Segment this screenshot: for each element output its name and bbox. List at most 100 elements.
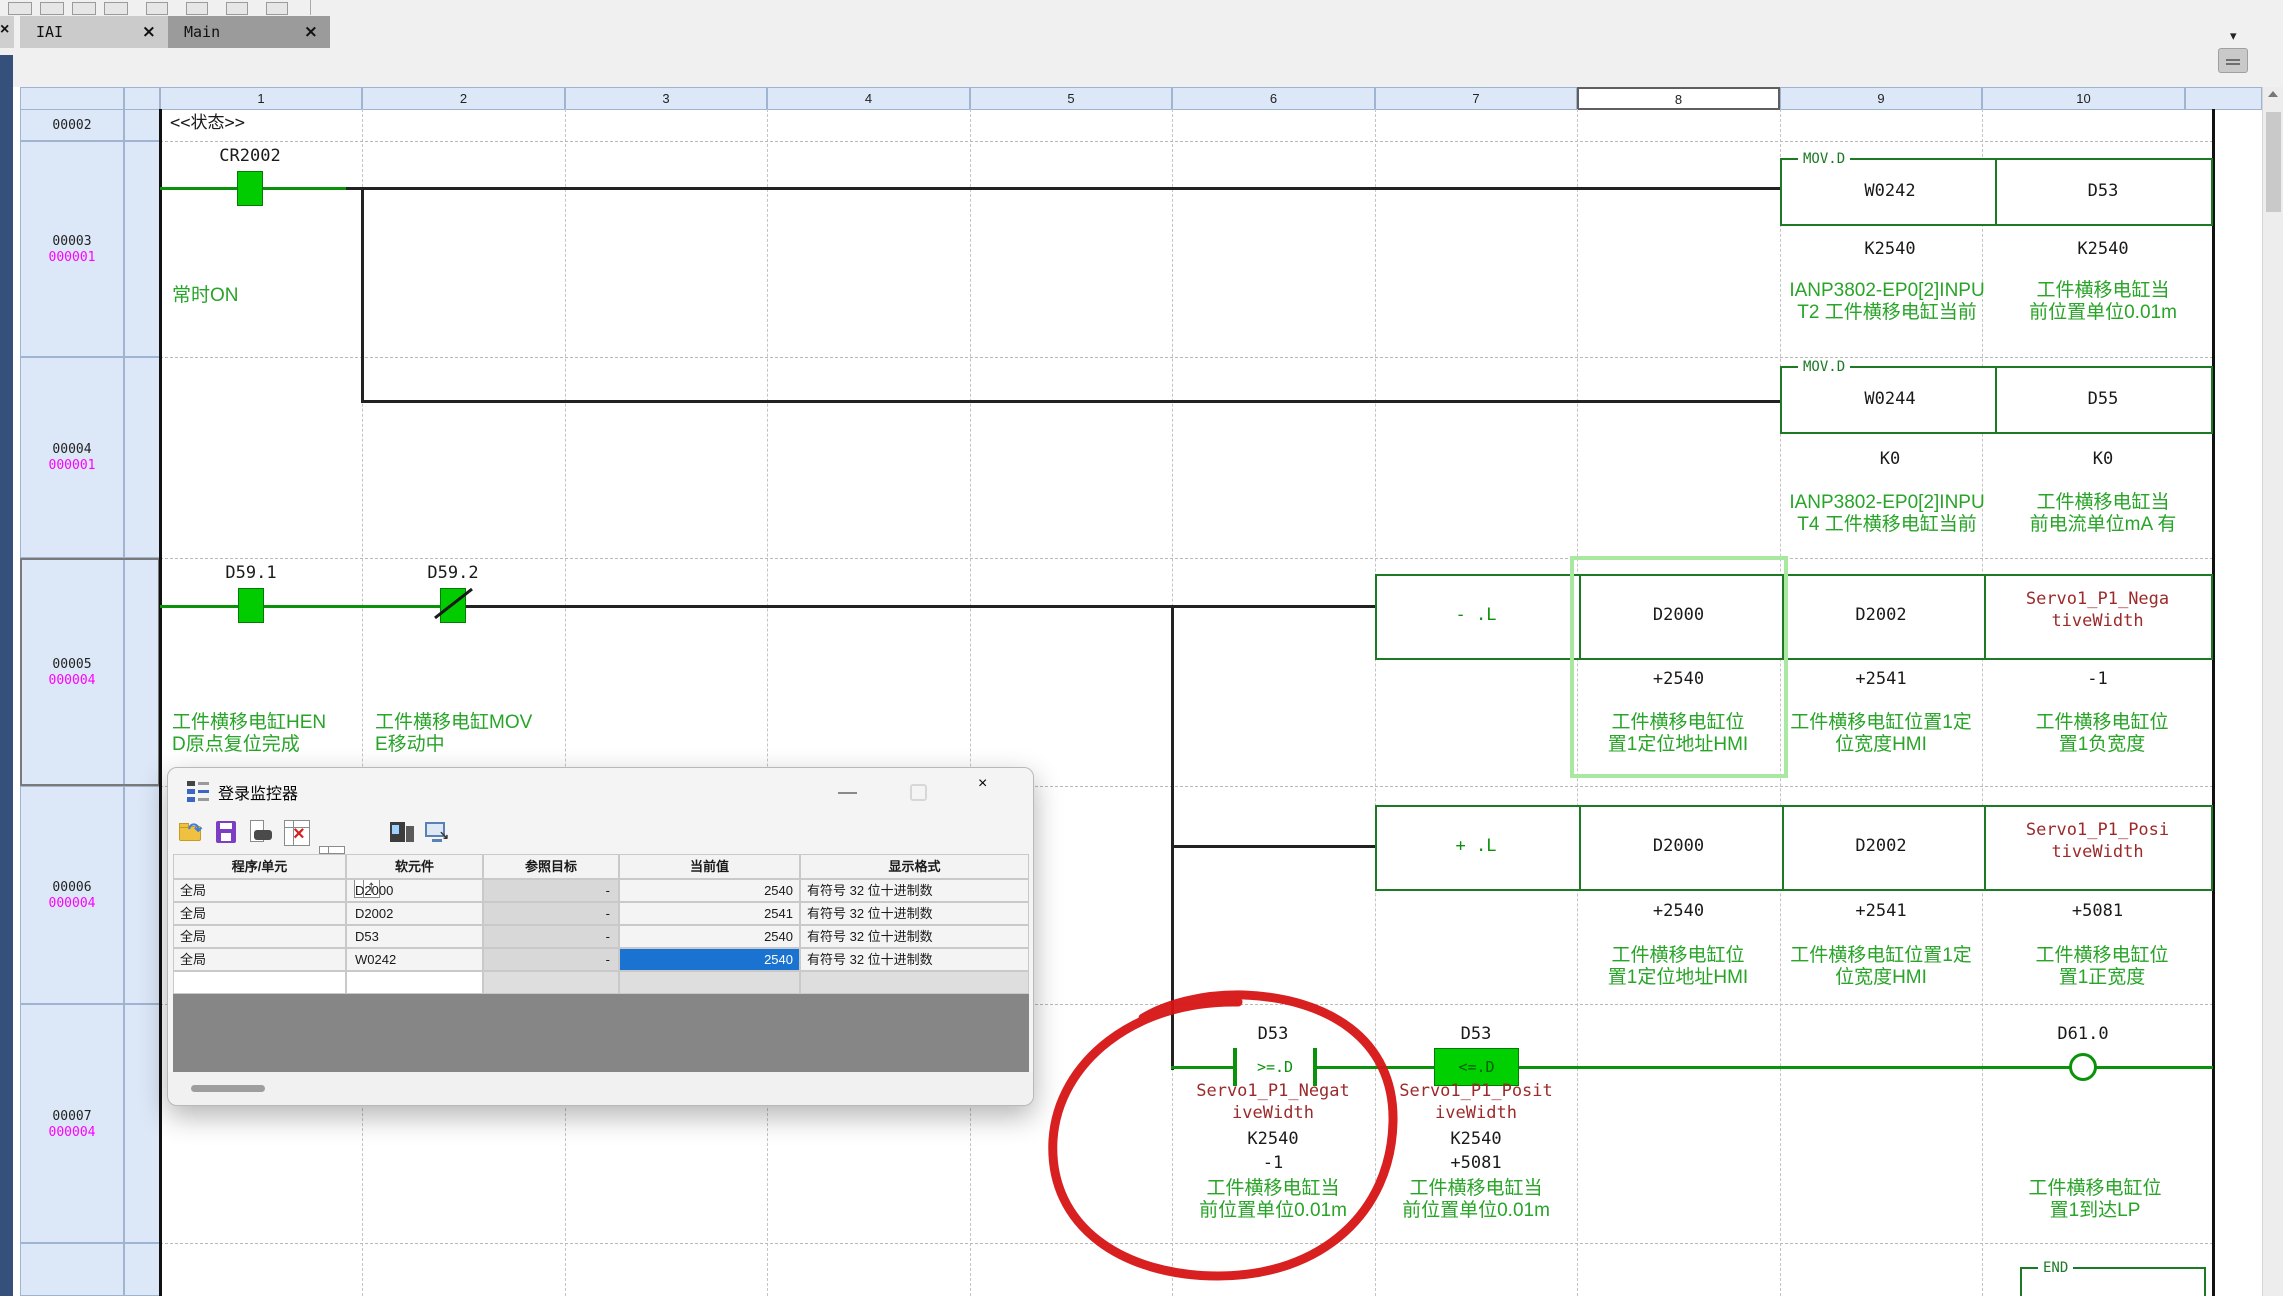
operand[interactable]: D2000 — [1577, 835, 1780, 857]
tab-iai[interactable]: IAI × — [20, 16, 168, 48]
cell-format[interactable]: 有符号 32 位十进制数 — [800, 879, 1029, 902]
tab-fragment[interactable]: × — [0, 16, 14, 48]
cell-format[interactable]: 有符号 32 位十进制数 — [800, 948, 1029, 971]
cell-reference[interactable]: - — [483, 925, 619, 948]
operand[interactable]: W0242 — [1790, 180, 1990, 202]
cell-device[interactable]: D2002 — [346, 902, 483, 925]
cell-reference[interactable]: - — [483, 948, 619, 971]
chevron-down-icon[interactable]: ▾ — [2230, 28, 2237, 44]
icon-bar — [198, 782, 209, 785]
col-header-6[interactable]: 6 — [1172, 87, 1375, 110]
operand[interactable]: D55 — [2000, 388, 2206, 410]
monitor-display-icon[interactable]: ↘ — [425, 820, 451, 846]
end-instruction-box[interactable]: END — [2020, 1267, 2206, 1296]
cell-empty[interactable] — [619, 971, 800, 994]
tab-close-icon[interactable]: × — [0, 21, 9, 39]
toolbar-button[interactable] — [146, 2, 168, 15]
operand[interactable]: W0244 — [1790, 388, 1990, 410]
cell-scope[interactable]: 全局 — [173, 879, 346, 902]
no-contact-on[interactable] — [238, 588, 264, 623]
delete-row-icon[interactable]: × — [284, 820, 310, 846]
col-header-device[interactable]: 软元件 — [346, 854, 483, 879]
maximize-button[interactable] — [910, 784, 927, 801]
cell-reference[interactable]: - — [483, 902, 619, 925]
cell-format[interactable]: 有符号 32 位十进制数 — [800, 902, 1029, 925]
cell-scope[interactable]: 全局 — [173, 948, 346, 971]
minimize-button[interactable] — [838, 792, 857, 794]
col-header-8-selected[interactable]: 8 — [1577, 87, 1780, 110]
tab-close-icon[interactable]: × — [304, 16, 318, 48]
cell-value[interactable]: 2540 — [619, 879, 800, 902]
row-header-00006[interactable]: 00006 000004 — [20, 786, 124, 1004]
scrollbar-thumb[interactable] — [2266, 112, 2281, 212]
col-header-2[interactable]: 2 — [362, 87, 565, 110]
toolbar-button[interactable] — [40, 2, 64, 15]
save-icon[interactable] — [214, 820, 240, 846]
col-header-5[interactable]: 5 — [970, 87, 1172, 110]
col-header-display-format[interactable]: 显示格式 — [800, 854, 1029, 879]
cell-reference[interactable]: - — [483, 879, 619, 902]
cell-scope[interactable]: 全局 — [173, 902, 346, 925]
row-step: 000001 — [21, 250, 123, 266]
cell-value[interactable]: 2540 — [619, 925, 800, 948]
toolbar-button[interactable] — [226, 2, 248, 15]
cell-empty[interactable] — [346, 971, 483, 994]
operand[interactable]: D2002 — [1780, 604, 1982, 626]
device-write-icon[interactable] — [390, 820, 416, 846]
toolbar-button[interactable] — [8, 2, 32, 15]
col-header-10[interactable]: 10 — [1982, 87, 2185, 110]
tab-main[interactable]: Main × — [168, 16, 330, 48]
cell-device[interactable]: W0242 — [346, 948, 483, 971]
cell-empty[interactable] — [800, 971, 1029, 994]
cell-device[interactable]: D2000 — [346, 879, 483, 902]
splitter-button[interactable] — [2218, 48, 2248, 73]
folder-open-icon[interactable]: ↷ — [179, 820, 205, 846]
output-coil[interactable] — [2069, 1053, 2097, 1081]
toolbar-button[interactable] — [186, 2, 208, 15]
tab-close-icon[interactable]: × — [142, 16, 156, 48]
row-header-00004[interactable]: 00004 000001 — [20, 357, 124, 558]
operand[interactable]: D53 — [2000, 180, 2206, 202]
scrollbar-thumb[interactable] — [191, 1085, 265, 1092]
row-number: 00006 — [21, 880, 123, 896]
operand-symbol[interactable]: Servo1_P1_PositiveWidth — [1982, 819, 2213, 863]
operand[interactable]: D2002 — [1780, 835, 1982, 857]
toolbar-button[interactable] — [72, 2, 96, 15]
row-header-00002[interactable]: 00002 — [20, 109, 124, 141]
horizontal-scrollbar[interactable] — [168, 1072, 1033, 1105]
cell-value[interactable]: 2541 — [619, 902, 800, 925]
monitor-value: K2540 — [1790, 238, 1990, 260]
col-header-program[interactable]: 程序/单元 — [173, 854, 346, 879]
ladder-canvas[interactable] — [13, 87, 2262, 1296]
cell-value-selected[interactable]: 2540 — [619, 948, 800, 971]
operand-comment: 工件横移电缸位置1正宽度 — [1992, 945, 2212, 989]
no-contact-on[interactable] — [237, 171, 263, 206]
cell-empty[interactable] — [173, 971, 346, 994]
col-header-1[interactable]: 1 — [160, 87, 362, 110]
contact-comment: 工件横移电缸当前位置单位0.01m — [1371, 1178, 1581, 1222]
cell-scope[interactable]: 全局 — [173, 925, 346, 948]
register-monitor-window[interactable]: 登录监控器 × ↷ × ↓ ↑ — [167, 767, 1034, 1106]
window-title-bar[interactable]: 登录监控器 × — [168, 768, 1033, 814]
cell-device[interactable]: D53 — [346, 925, 483, 948]
close-button[interactable]: × — [978, 775, 987, 793]
col-header-9[interactable]: 9 — [1780, 87, 1982, 110]
col-header-current-value[interactable]: 当前值 — [619, 854, 800, 879]
cell-format[interactable]: 有符号 32 位十进制数 — [800, 925, 1029, 948]
operand-symbol: Servo1_P1_NegativeWidth — [1168, 1080, 1378, 1124]
col-header-4[interactable]: 4 — [767, 87, 970, 110]
col-header-7[interactable]: 7 — [1375, 87, 1577, 110]
find-register-icon[interactable] — [248, 820, 274, 846]
col-header-3[interactable]: 3 — [565, 87, 767, 110]
toolbar-button[interactable] — [104, 2, 128, 15]
scrollbar-up-icon[interactable] — [2268, 91, 2278, 97]
instruction-label: END — [2038, 1259, 2073, 1277]
row-header-00007[interactable]: 00007 000004 — [20, 1004, 124, 1243]
operand-symbol[interactable]: Servo1_P1_NegativeWidth — [1982, 588, 2213, 632]
vertical-scrollbar[interactable] — [2262, 87, 2283, 1296]
row-header-00003[interactable]: 00003 000001 — [20, 141, 124, 357]
box-divider — [1995, 368, 1997, 432]
toolbar-button[interactable] — [266, 2, 288, 15]
cell-empty[interactable] — [483, 971, 619, 994]
col-header-reference[interactable]: 参照目标 — [483, 854, 619, 879]
